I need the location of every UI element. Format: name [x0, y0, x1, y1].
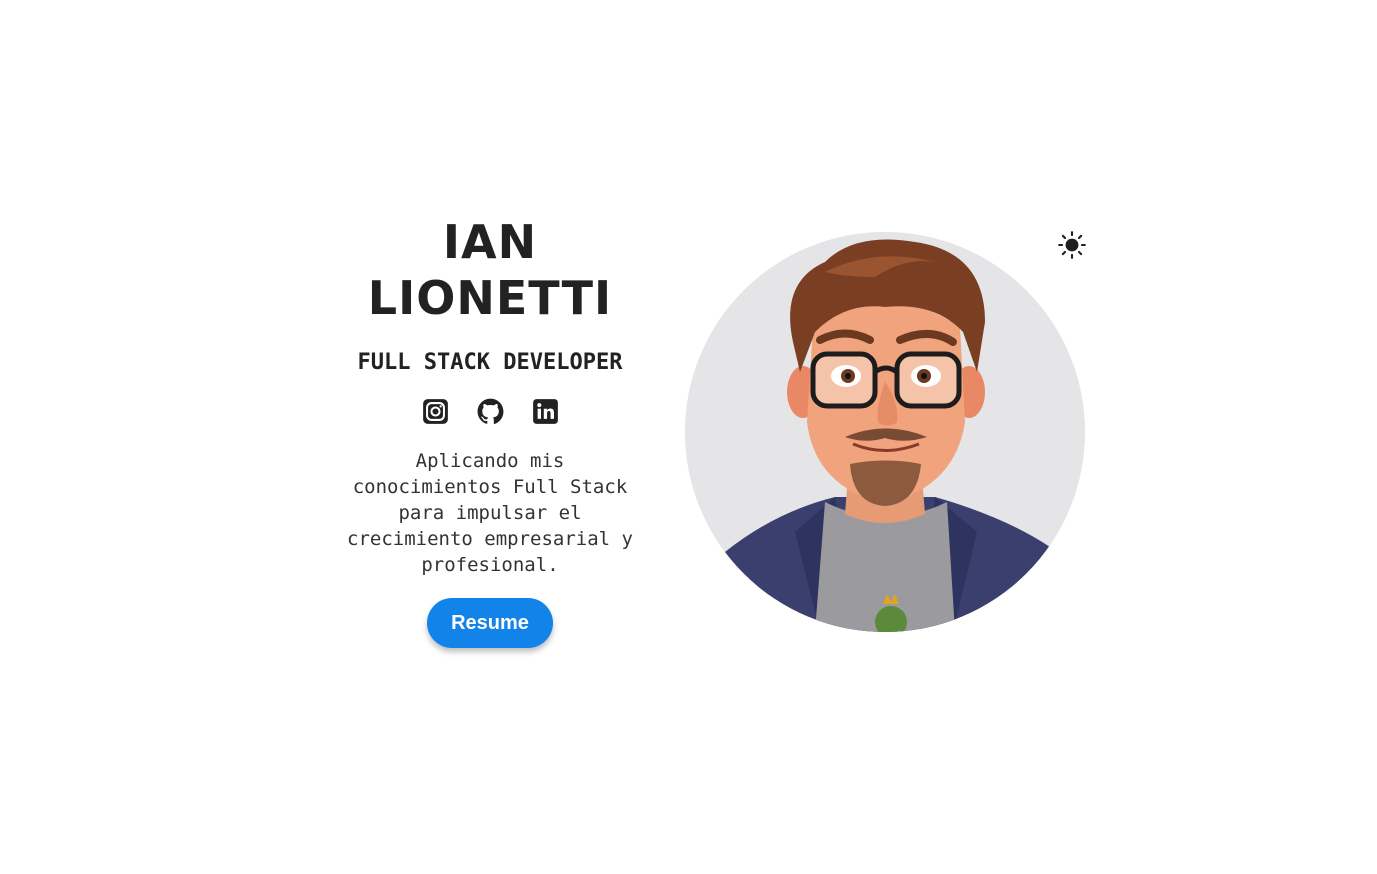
github-link[interactable]: [477, 398, 504, 425]
theme-toggle[interactable]: [1058, 231, 1086, 259]
sun-icon: [1058, 231, 1086, 259]
linkedin-icon: [532, 399, 558, 424]
github-icon: [477, 398, 503, 424]
page-title: IAN LIONETTI: [330, 214, 650, 326]
resume-button[interactable]: Resume: [427, 598, 553, 648]
tagline: Aplicando mis conocimientos Full Stack p…: [347, 450, 633, 576]
instagram-icon: [422, 399, 448, 424]
social-links: [330, 398, 650, 426]
intro-block: IAN LIONETTI FULL STACK DEVELOPER Aplica…: [330, 214, 650, 648]
last-name: LIONETTI: [367, 271, 613, 325]
avatar: [685, 232, 1085, 632]
linkedin-link[interactable]: [532, 398, 559, 425]
hero-section: IAN LIONETTI FULL STACK DEVELOPER Aplica…: [0, 0, 1377, 874]
role-subtitle: FULL STACK DEVELOPER: [357, 350, 623, 375]
avatar-illustration: [685, 232, 1085, 632]
instagram-link[interactable]: [422, 398, 449, 425]
first-name: IAN: [442, 215, 538, 269]
